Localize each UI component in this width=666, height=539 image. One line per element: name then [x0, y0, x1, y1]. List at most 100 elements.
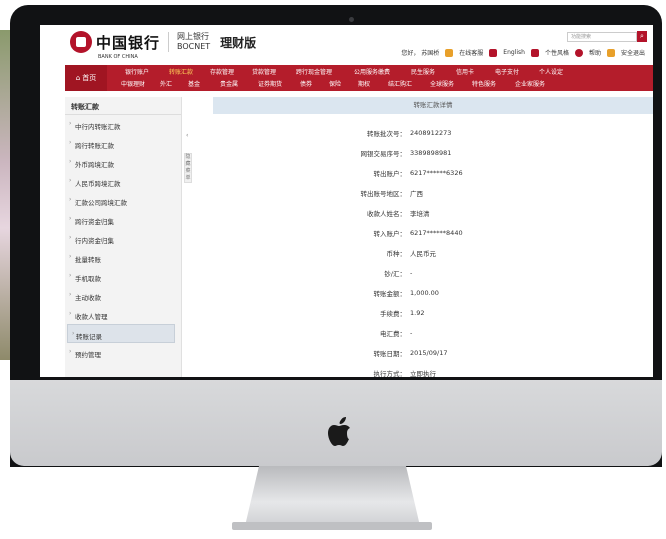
nav-row-primary: 银行账户 转账汇款 存款管理 贷款管理 跨行现金管理 公用服务缴费 民生服务 信用卡 电子支付个…	[113, 67, 573, 79]
detail-label: 转出账号地区：	[360, 190, 407, 198]
nav-item[interactable]: 银行账户	[113, 67, 161, 79]
nav-item[interactable]: 转账汇款	[161, 67, 201, 79]
ebank-label: 网上银行 BOCNET	[177, 32, 210, 52]
boc-logo-icon	[70, 31, 92, 53]
detail-value: 立即执行	[410, 370, 436, 377]
help-link[interactable]: 帮助	[589, 48, 601, 57]
nav-item[interactable]: 贷款管理	[243, 67, 285, 79]
apple-logo-icon	[325, 415, 357, 449]
detail-row: 转出账户： 6217******6326	[198, 163, 653, 183]
utility-links: 您好， 苏国桥 在线客服 English 个性风格 帮助 安全退出	[401, 48, 645, 57]
nav-item[interactable]: 公用服务缴费	[343, 67, 401, 79]
sidebar-item[interactable]: 汇款公司跨境汇款	[65, 191, 181, 210]
nav-item[interactable]: 企业家服务	[505, 79, 555, 91]
sidebar-item[interactable]: 中行内转账汇款	[65, 115, 181, 134]
detail-value: 1.92	[410, 309, 425, 317]
detail-label: 转账批次号：	[367, 130, 406, 138]
nav-item[interactable]: 债券	[291, 79, 321, 91]
sidebar-item[interactable]: 预约管理	[65, 343, 181, 362]
nav-item[interactable]: 期权	[349, 79, 379, 91]
search-input[interactable]: 功能搜索	[567, 32, 637, 42]
sidebar: 转账汇款 中行内转账汇款跨行转账汇款外币跨境汇款人民币跨境汇款汇款公司跨境汇款跨…	[65, 97, 182, 377]
detail-row: 电汇费： -	[198, 323, 653, 343]
nav-item[interactable]: 外汇	[153, 79, 179, 91]
nav-item[interactable]: 结汇购汇	[379, 79, 421, 91]
chevron-left-icon[interactable]: ‹	[186, 132, 188, 139]
monitor-stand-base	[232, 522, 432, 530]
brand-name-en: BANK OF CHINA	[98, 54, 138, 60]
site-header: 中国银行 BANK OF CHINA 网上银行 BOCNET 理财版 功能搜索 …	[40, 25, 653, 65]
detail-row: 转出账号地区： 广西	[198, 183, 653, 203]
nav-item[interactable]: 证券期货	[249, 79, 291, 91]
detail-value: 李培清	[410, 210, 430, 218]
detail-value: -	[410, 269, 413, 277]
detail-value: 广西	[410, 190, 423, 198]
detail-row: 钞/汇： -	[198, 263, 653, 283]
sidebar-item[interactable]: 转账记录	[67, 324, 175, 343]
brand-name: 中国银行	[96, 33, 161, 52]
detail-label: 转账日期：	[373, 350, 407, 358]
detail-value: 人民币元	[410, 250, 436, 258]
nav-item[interactable]: 基金	[179, 79, 209, 91]
sidebar-item[interactable]: 批量转账	[65, 248, 181, 267]
brand[interactable]: 中国银行 BANK OF CHINA 网上银行 BOCNET 理财版	[70, 31, 257, 60]
detail-label: 收款人姓名：	[367, 210, 406, 218]
sidebar-item[interactable]: 收款人管理	[65, 305, 181, 324]
nav-item[interactable]: 存款管理	[201, 67, 243, 79]
detail-label: 钞/汇：	[384, 270, 406, 278]
nav-item[interactable]: 特色服务	[463, 79, 505, 91]
english-link[interactable]: English	[503, 49, 525, 56]
detail-label: 执行方式：	[373, 370, 407, 377]
personal-style-link[interactable]: 个性风格	[545, 48, 569, 57]
detail-row: 转账日期： 2015/09/17	[198, 343, 653, 363]
nav-item[interactable]: 保险	[321, 79, 349, 91]
sidebar-item[interactable]: 跨行转账汇款	[65, 134, 181, 153]
hide-menu-toggle[interactable]: 隐藏菜单	[184, 153, 192, 183]
product-name: 理财版	[220, 35, 257, 50]
nav-item[interactable]: 民生服务	[401, 67, 445, 79]
nav-item[interactable]: 跨行现金管理	[285, 67, 343, 79]
nav-item[interactable]: 信用卡	[445, 67, 485, 79]
detail-list: 转账批次号： 2408912273 网银交易序号： 3389898981 转出账户： 62…	[198, 123, 653, 377]
sidebar-item[interactable]: 外币跨境汇款	[65, 153, 181, 172]
nav-item[interactable]: 个人设定	[529, 67, 573, 79]
home-label: 首页	[82, 74, 97, 82]
online-service-link[interactable]: 在线客服	[459, 48, 483, 57]
sidebar-item[interactable]: 主动收款	[65, 286, 181, 305]
detail-label: 转出账户：	[373, 170, 407, 178]
photo-frame: 中国银行 BANK OF CHINA 网上银行 BOCNET 理财版 功能搜索 …	[0, 0, 666, 539]
detail-row: 手续费： 1.92	[198, 303, 653, 323]
detail-label: 手续费：	[380, 310, 406, 318]
detail-label: 币种：	[386, 250, 407, 258]
language-icon	[489, 48, 498, 57]
detail-label: 网银交易序号：	[360, 150, 407, 158]
detail-row: 收款人姓名： 李培清	[198, 203, 653, 223]
sidebar-title: 转账汇款	[65, 97, 181, 115]
logout-link[interactable]: 安全退出	[621, 48, 645, 57]
nav-item[interactable]: 贵金属	[209, 79, 249, 91]
detail-value: 2408912273	[410, 129, 452, 137]
sidebar-item[interactable]: 人民币跨境汇款	[65, 172, 181, 191]
detail-value: 2015/09/17	[410, 349, 448, 357]
ebank-cn: 网上银行	[177, 32, 210, 41]
detail-value: 1,000.00	[410, 289, 439, 297]
screen: 中国银行 BANK OF CHINA 网上银行 BOCNET 理财版 功能搜索 …	[40, 25, 653, 377]
detail-value: -	[410, 329, 413, 337]
sidebar-item[interactable]: 手机取款	[65, 267, 181, 286]
divider	[168, 32, 170, 52]
detail-row: 转入账户： 6217******8440	[198, 223, 653, 243]
greeting: 您好， 苏国桥	[401, 50, 440, 57]
ebank-en: BOCNET	[177, 42, 211, 51]
search-icon[interactable]: ⌕	[637, 31, 647, 42]
nav-item[interactable]: 中银理财	[113, 79, 153, 91]
home-button[interactable]: ⌂ 首页	[65, 65, 107, 91]
sidebar-item[interactable]: 跨行资金归集	[65, 210, 181, 229]
lock-icon	[606, 48, 615, 57]
detail-row: 执行方式： 立即执行	[198, 363, 653, 377]
sidebar-item[interactable]: 行内资金归集	[65, 229, 181, 248]
nav-item[interactable]: 全球服务	[421, 79, 463, 91]
nav-item[interactable]: 电子支付	[485, 67, 529, 79]
main-content: 转账汇款详情 转账批次号： 2408912273 网银交易序号： 3389898981…	[198, 97, 653, 377]
camera-dot	[349, 17, 354, 22]
nav-row-secondary: 中银理财 外汇 基金 贵金属 证券期货 债券 保险 期权 结汇购汇 全球服务 特色服务 企业家服务	[113, 79, 555, 91]
